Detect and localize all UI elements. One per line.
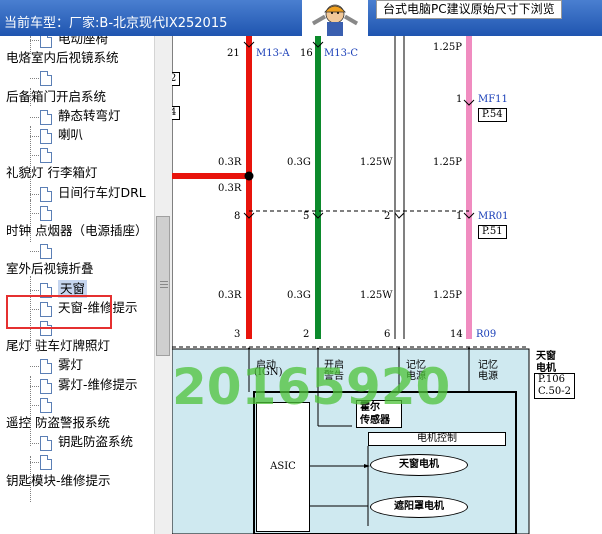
wire-1.25P-a: 1.25P xyxy=(433,157,462,168)
selection-highlight-box xyxy=(6,295,112,329)
tree-item[interactable]: 雾灯-维修提示 xyxy=(58,376,138,394)
document-icon xyxy=(40,244,52,260)
module-title-2: 电机 xyxy=(536,363,556,374)
tree-item[interactable]: 礼貌灯 行李箱灯 xyxy=(6,164,97,182)
module-page-ref-1[interactable]: P.106 C.50-2 xyxy=(534,373,575,399)
tree-item[interactable]: 遥控 防盗警报系统 xyxy=(6,414,110,432)
wire-0.3G-b: 0.3G xyxy=(287,290,311,301)
tree-item[interactable]: 雾灯 xyxy=(58,356,83,374)
tree-item[interactable]: 钥匙防盗系统 xyxy=(58,433,133,451)
wire-pink-top: 1.25P xyxy=(433,42,462,53)
left-box-2: 2 xyxy=(172,72,180,86)
component-tree: 电动座椅 电烙室内后视镜系统 后备箱门开启系统 静态转弯灯 喇叭礼貌灯 行李箱灯日间行车… xyxy=(0,36,154,534)
pin-5: 5 xyxy=(303,211,310,222)
scrollbar-thumb[interactable] xyxy=(156,216,170,356)
tree-item[interactable]: 尾灯 驻车灯牌照灯 xyxy=(6,337,110,355)
pin-1-mid: 1 xyxy=(456,211,463,222)
document-icon xyxy=(40,378,52,394)
tree-item[interactable]: 后备箱门开启系统 xyxy=(6,88,106,106)
document-icon xyxy=(40,186,52,202)
document-icon xyxy=(40,205,52,221)
document-icon xyxy=(40,129,52,144)
connector-m13-c: M13-C xyxy=(324,48,358,59)
document-icon xyxy=(40,36,52,48)
shade-motor: 遮阳罩电机 xyxy=(370,496,468,518)
document-icon xyxy=(40,436,52,452)
tree-item[interactable]: 钥匙模块-维修提示 xyxy=(6,472,111,490)
wire-branch: 0.3R xyxy=(218,183,242,194)
title-bar: 当前车型：厂家:B-北京现代IX252015 台式电脑PC建议原始尺寸下浏览 xyxy=(0,0,602,36)
left-box-4: 4 xyxy=(172,106,180,120)
wire-1.25W-b: 1.25W xyxy=(360,290,393,301)
tree-item[interactable]: 电烙室内后视镜系统 xyxy=(6,49,119,67)
document-icon xyxy=(40,71,52,87)
tree-scrollbar[interactable] xyxy=(154,36,172,534)
pin-21: 21 xyxy=(227,48,240,59)
pin-14: 14 xyxy=(450,329,463,340)
wire-0.3G-a: 0.3G xyxy=(287,157,311,168)
pin-16: 16 xyxy=(300,48,313,59)
document-icon xyxy=(40,397,52,413)
mechanic-mascot-icon xyxy=(302,0,368,36)
asic-chip: ASIC xyxy=(256,402,310,532)
tree-item[interactable]: 时钟 点烟器（电源插座） xyxy=(6,222,147,240)
pin-3: 3 xyxy=(234,329,241,340)
document-icon xyxy=(40,455,52,471)
pin-2-bottom: 2 xyxy=(303,329,310,340)
mf11-page-ref[interactable]: P.54 xyxy=(478,108,507,122)
current-vehicle-label: 当前车型：厂家:B-北京现代IX252015 xyxy=(4,12,227,31)
wire-0.3R-a: 0.3R xyxy=(218,157,242,168)
watermark-number: 20165920 xyxy=(172,358,451,416)
wire-1.25P-b: 1.25P xyxy=(433,290,462,301)
vehicle-name: 厂家:B-北京现代IX252015 xyxy=(69,16,228,31)
mr01-page-ref[interactable]: P.51 xyxy=(478,225,507,239)
sunroof-motor: 天窗电机 xyxy=(370,454,468,476)
module-page-1: P.106 xyxy=(538,374,565,385)
tree-item[interactable]: 室外后视镜折叠 xyxy=(6,260,94,278)
tree-item[interactable]: 喇叭 xyxy=(58,126,83,144)
tree-item[interactable]: 电动座椅 xyxy=(58,36,108,48)
pin-2-mid: 2 xyxy=(384,211,391,222)
pin-6: 6 xyxy=(384,329,391,340)
browse-notice: 台式电脑PC建议原始尺寸下浏览 xyxy=(376,0,562,19)
vehicle-prefix: 当前车型： xyxy=(4,16,70,31)
module-page-2: C.50-2 xyxy=(538,386,571,397)
wire-1.25W-a: 1.25W xyxy=(360,157,393,168)
tree-item[interactable]: 静态转弯灯 xyxy=(58,107,121,125)
mf11-pin: 1 xyxy=(456,94,463,105)
document-icon xyxy=(40,148,52,164)
connector-r09: R09 xyxy=(476,329,497,340)
document-icon xyxy=(40,359,52,375)
wire-0.3R-b: 0.3R xyxy=(218,290,242,301)
input-mem2-2: 电源 xyxy=(478,371,498,382)
connector-m13-a: M13-A xyxy=(256,48,290,59)
mf11-connector: MF11 xyxy=(478,94,508,105)
document-icon xyxy=(40,109,52,125)
connector-mr01: MR01 xyxy=(478,211,509,222)
motor-control-box: 电机控制 xyxy=(368,432,506,446)
pin-8: 8 xyxy=(234,211,241,222)
wiring-diagram: 21 M13-A 16 M13-C 1.25P 1 MF11 P.54 2 4 … xyxy=(172,36,602,534)
tree-item[interactable]: 日间行车灯DRL xyxy=(58,184,146,202)
